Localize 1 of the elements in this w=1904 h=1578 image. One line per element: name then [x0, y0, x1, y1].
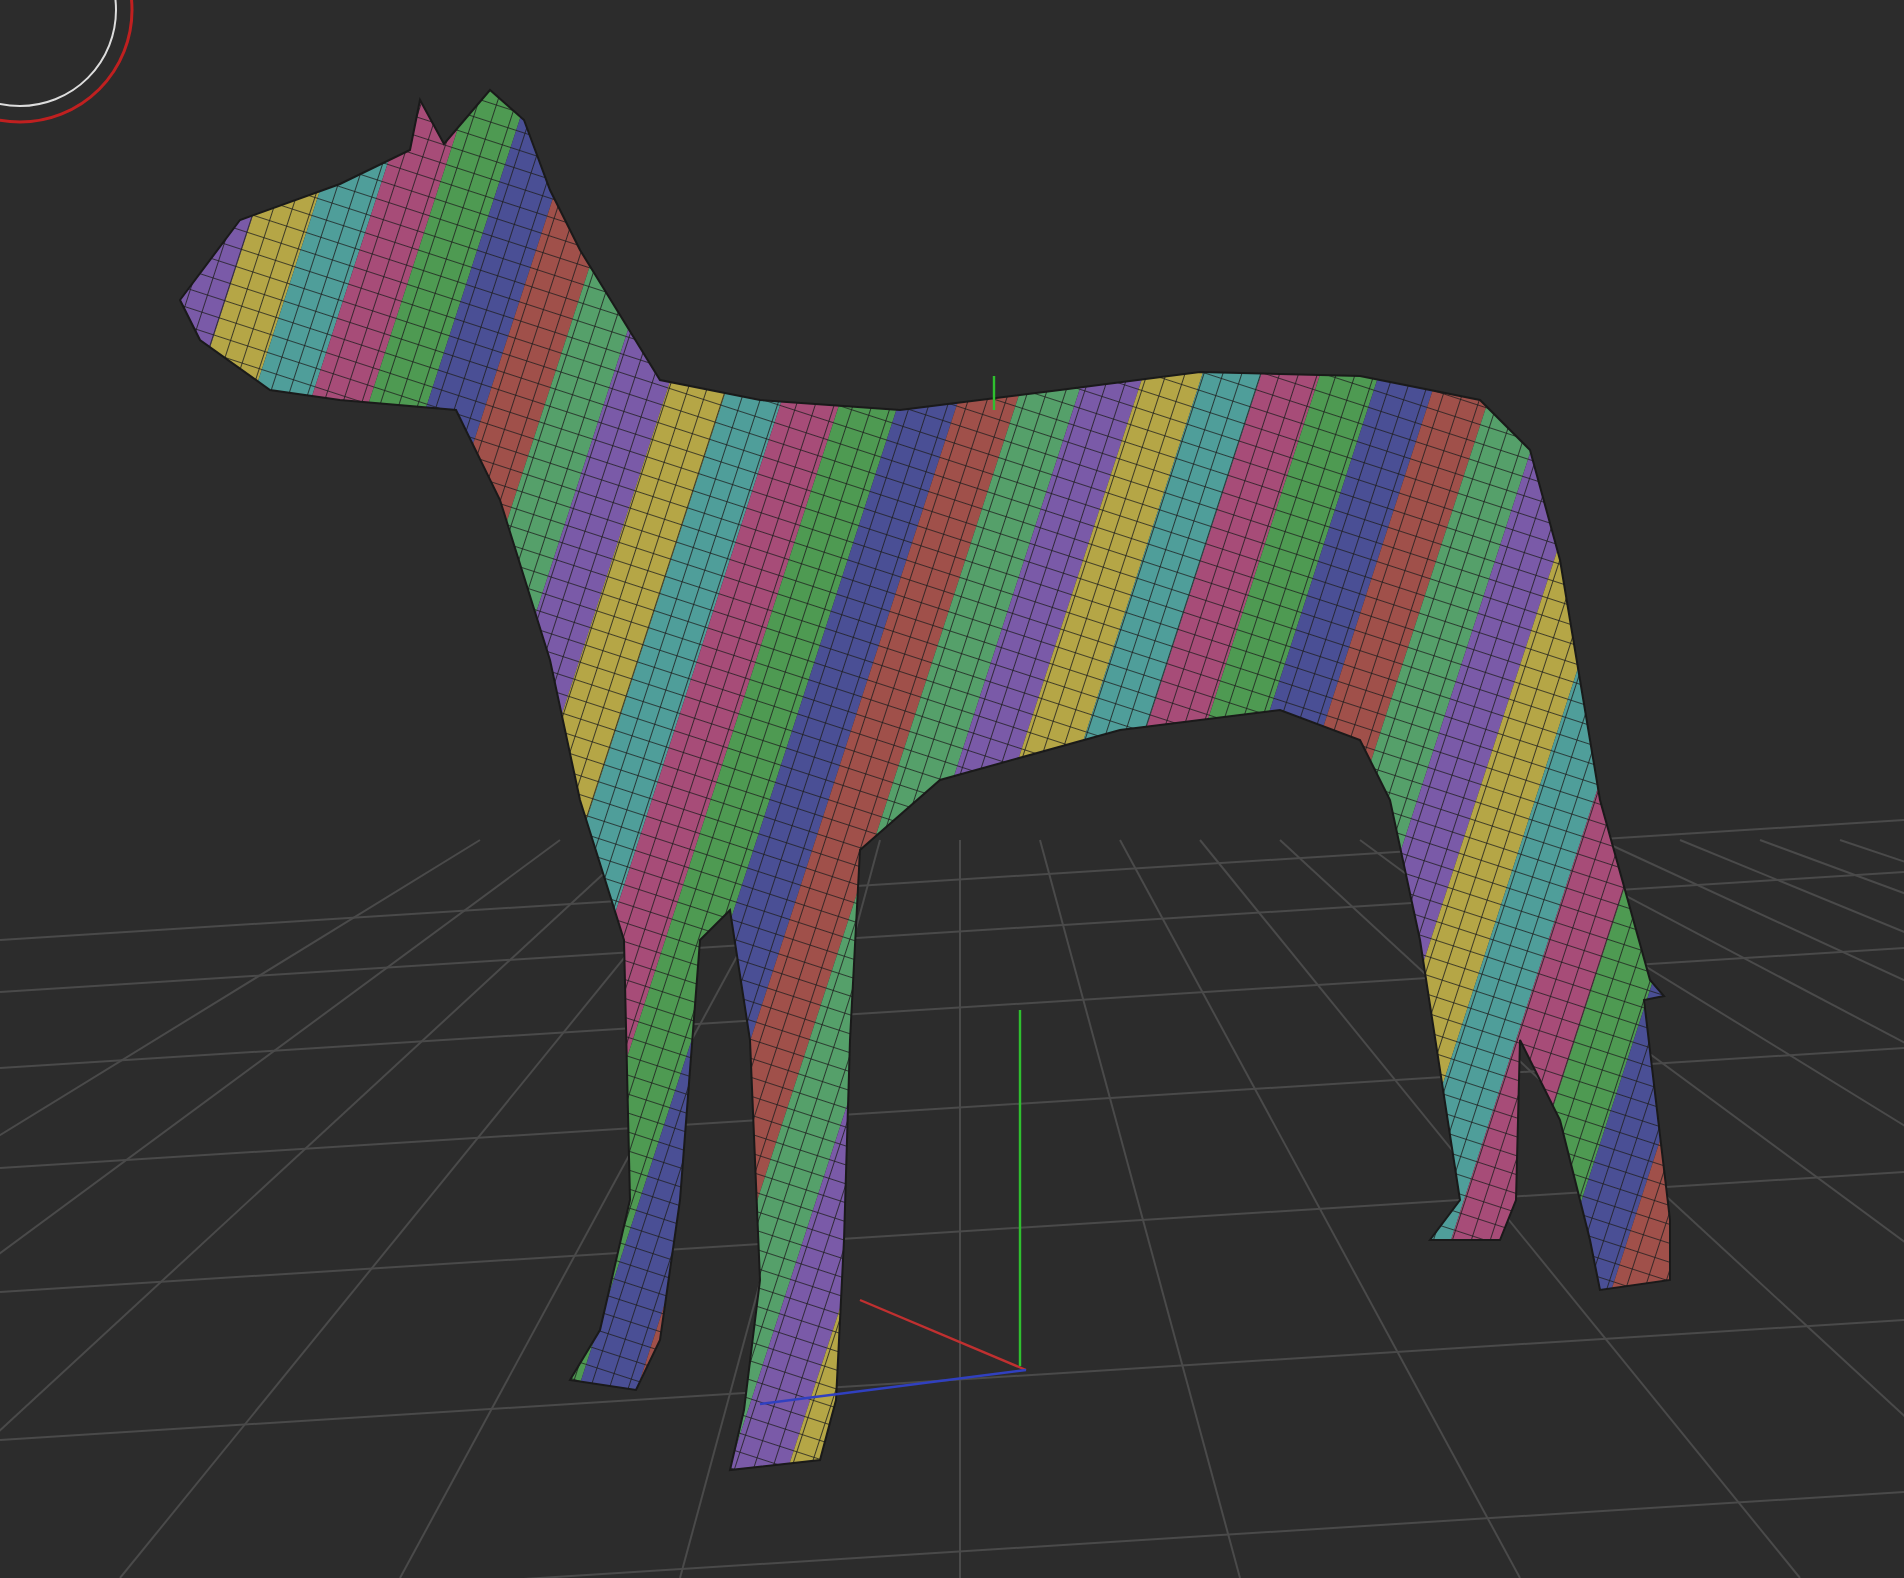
- rotation-gizmo-icon[interactable]: [0, 0, 134, 124]
